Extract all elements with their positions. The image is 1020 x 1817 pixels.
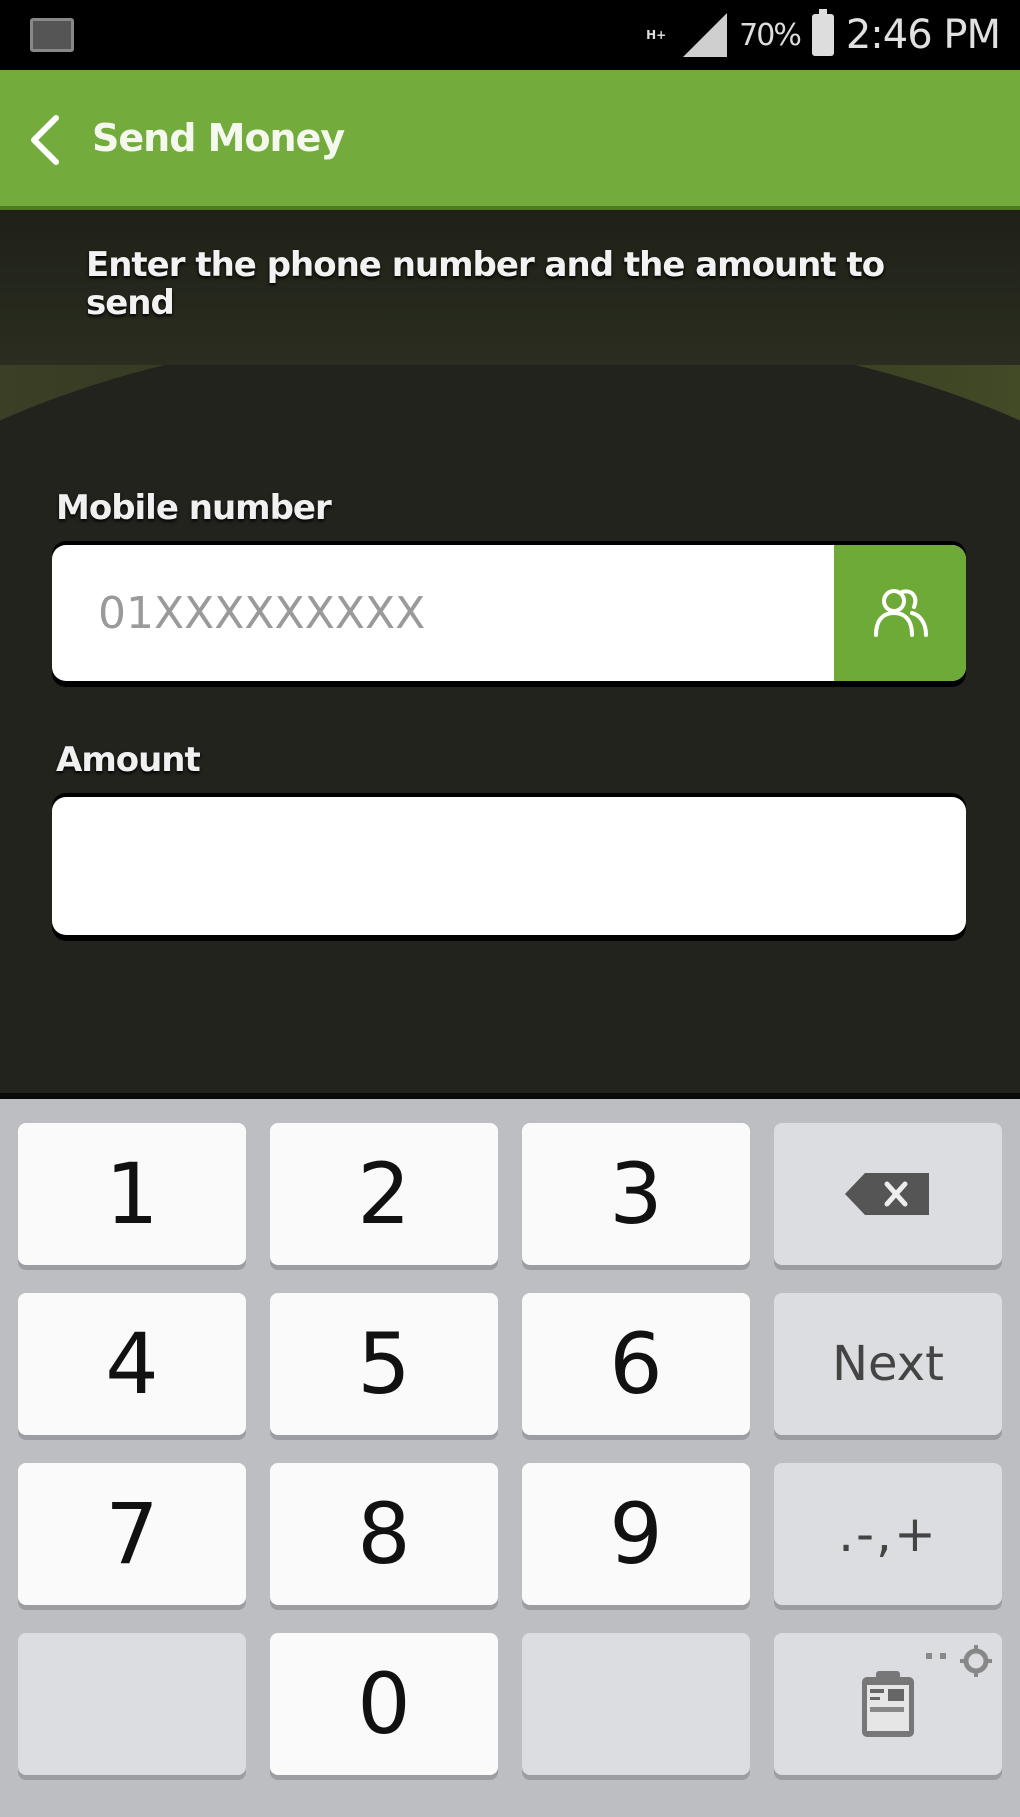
numeric-keyboard: 1 2 3 4 5 6 Next 7 8 9 .-,+ 0 [0,1093,1020,1817]
key-label: 4 [105,1315,159,1413]
key-label: 0 [357,1655,411,1753]
key-0[interactable]: 0 [270,1633,498,1775]
key-label: 7 [105,1485,159,1583]
battery-charging-icon [811,9,834,56]
app-bar: Send Money [0,70,1020,210]
key-8[interactable]: 8 [270,1463,498,1605]
next-key[interactable]: Next [774,1293,1002,1435]
settings-icon [926,1645,992,1677]
mobile-number-field [52,545,966,681]
amount-input[interactable] [52,797,966,935]
backspace-icon [845,1173,929,1215]
contacts-button[interactable] [834,545,966,681]
keyboard-notification-icon [30,18,74,52]
amount-label: Amount [56,740,201,780]
clipboard-icon [862,1671,914,1737]
clipboard-key[interactable] [774,1633,1002,1775]
status-bar: H+ 70% 2:46 PM [0,0,1020,70]
mobile-number-label: Mobile number [56,488,332,528]
instructions-band: Enter the phone number and the amount to… [0,210,1020,365]
key-9[interactable]: 9 [522,1463,750,1605]
blank-key-left[interactable] [18,1633,246,1775]
mobile-number-input[interactable] [52,545,834,681]
key-label: 6 [609,1315,663,1413]
backspace-key[interactable] [774,1123,1002,1265]
key-label: 3 [609,1145,663,1243]
network-type-icon: H+ [646,27,667,42]
background-curve [0,325,1020,1093]
blank-key-right[interactable] [522,1633,750,1775]
instructions-text: Enter the phone number and the amount to… [86,245,885,323]
key-label: 2 [357,1145,411,1243]
symbols-key[interactable]: .-,+ [774,1463,1002,1605]
amount-field [52,797,966,935]
chevron-left-icon [31,115,59,165]
page-title: Send Money [92,116,345,160]
key-4[interactable]: 4 [18,1293,246,1435]
signal-icon [683,13,728,57]
key-6[interactable]: 6 [522,1293,750,1435]
send-money-form: Enter the phone number and the amount to… [0,210,1020,1093]
key-3[interactable]: 3 [522,1123,750,1265]
contacts-icon [874,589,928,637]
key-label: 9 [609,1485,663,1583]
key-label: 8 [357,1485,411,1583]
key-label: Next [832,1336,944,1392]
key-7[interactable]: 7 [18,1463,246,1605]
key-label: 5 [357,1315,411,1413]
status-icons: H+ 70% 2:46 PM [641,0,1001,70]
clock: 2:46 PM [845,12,1001,58]
key-1[interactable]: 1 [18,1123,246,1265]
key-label: .-,+ [838,1505,938,1563]
back-button[interactable] [22,110,82,170]
battery-percent: 70% [739,17,802,53]
key-5[interactable]: 5 [270,1293,498,1435]
key-label: 1 [105,1145,159,1243]
key-2[interactable]: 2 [270,1123,498,1265]
